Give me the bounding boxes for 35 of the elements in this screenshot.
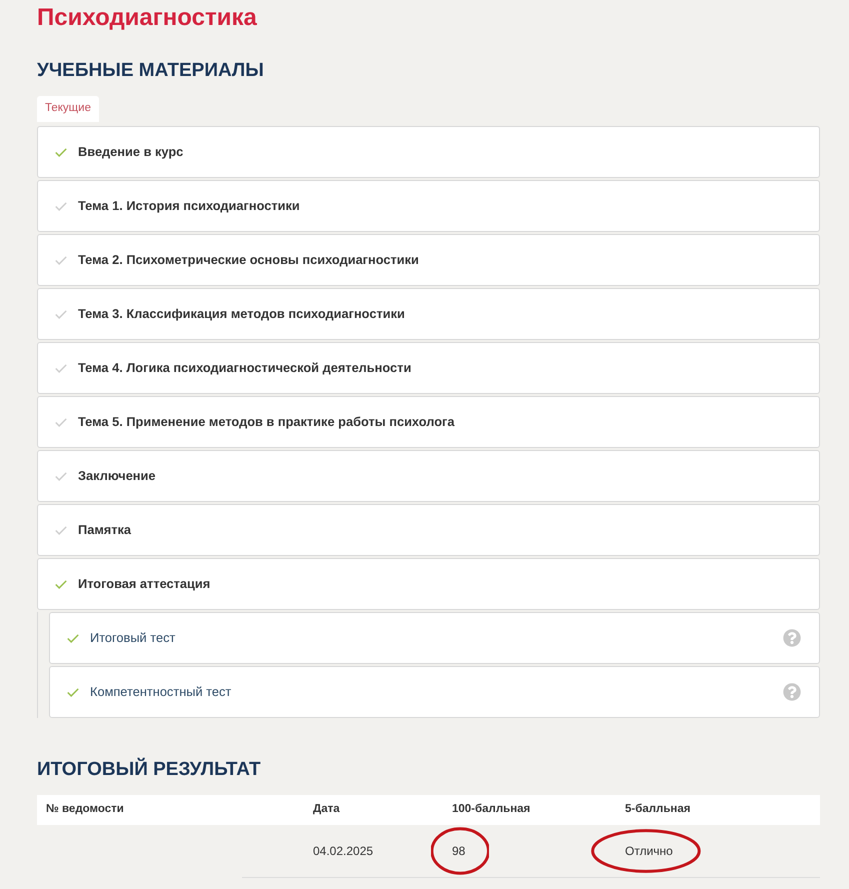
course-item-title: Тема 4. Логика психодиагностической деятельности [78,359,412,378]
table-cell-text: 04.02.2025 [313,843,374,860]
column-header: 5-балльная [625,802,690,818]
course-item-title: Тема 5. Применение методов в практике работы психолога [78,413,454,432]
test-link[interactable]: Итоговый тест [90,628,176,648]
course-item[interactable]: Введение в курс [37,126,820,178]
course-item-title: Тема 1. История психодиагностики [78,197,300,216]
course-item-title: Тема 2. Психометрические основы психодиагностики [78,251,419,270]
course-item-title: Итоговая аттестация [78,575,210,594]
column-header: Дата [313,802,340,818]
column-header: 100-балльная [452,802,530,818]
table-cell: 98 [452,842,466,860]
course-item[interactable]: Тема 2. Психометрические основы психодиагностики [37,234,820,286]
help-icon[interactable] [783,629,801,647]
course-item-title: Памятка [78,521,132,540]
test-item[interactable]: Компетентностный тест [49,666,820,718]
table-cell: Отлично [625,842,673,860]
course-item[interactable]: Итоговая аттестация [37,558,820,610]
page-title: Психодиагностика [37,3,258,33]
help-icon[interactable] [783,683,801,701]
section-heading: ИТОГОВЫЙ РЕЗУЛЬТАТ [37,756,262,782]
column-header: № ведомости [46,802,124,818]
section-heading: УЧЕБНЫЕ МАТЕРИАЛЫ [37,59,265,83]
course-item[interactable]: Тема 3. Классификация методов психодиагностики [37,288,820,340]
course-item[interactable]: Памятка [37,504,820,556]
course-item-title: Заключение [78,467,156,486]
test-item[interactable]: Итоговый тест [49,612,820,664]
course-item[interactable]: Тема 4. Логика психодиагностической деятельности [37,342,820,394]
course-item[interactable]: Заключение [37,450,820,502]
tab[interactable]: Текущие [37,96,99,122]
course-item[interactable]: Тема 1. История психодиагностики [37,180,820,232]
course-item[interactable]: Тема 5. Применение методов в практике работы психолога [37,396,820,448]
course-item-title: Тема 3. Классификация методов психодиагностики [78,305,405,324]
test-link[interactable]: Компетентностный тест [90,682,232,702]
course-item-title: Введение в курс [78,143,184,162]
